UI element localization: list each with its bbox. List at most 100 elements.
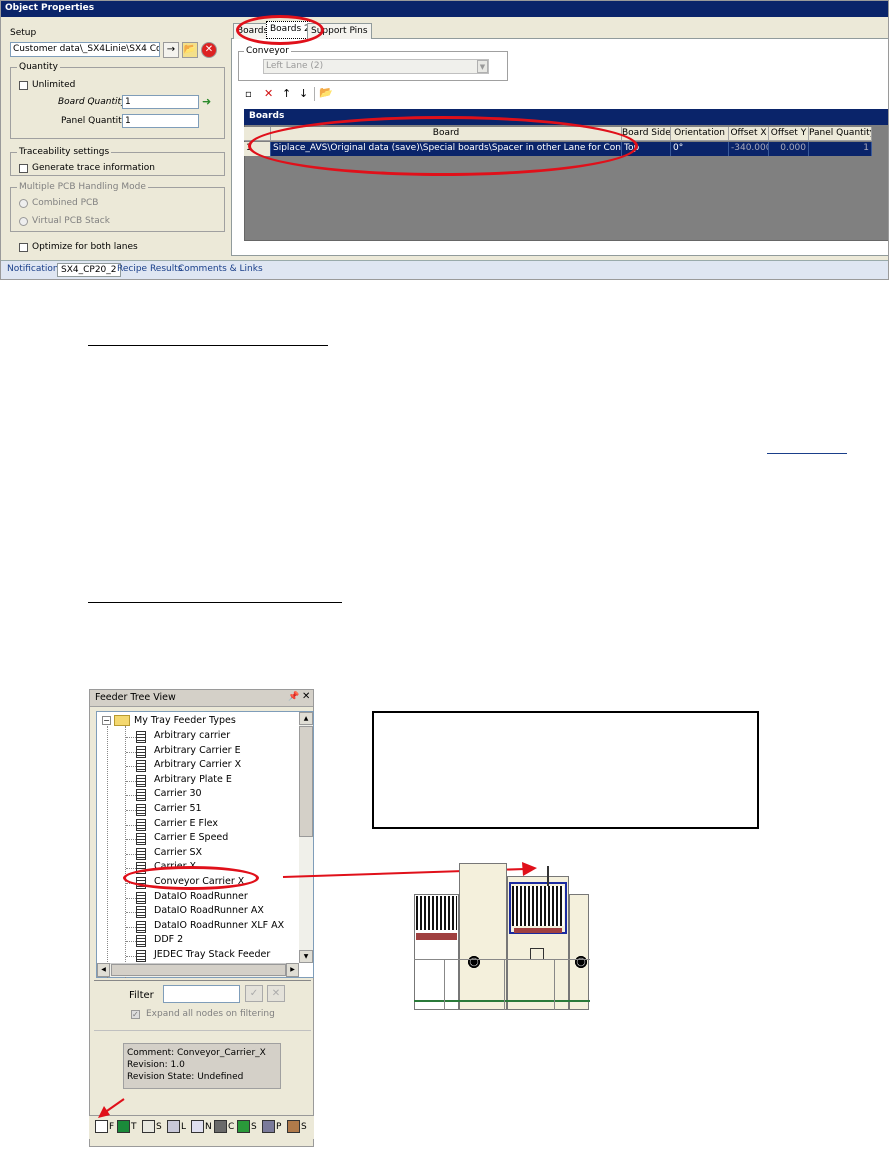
rail-line bbox=[414, 959, 590, 960]
tree-item[interactable]: Carrier SX bbox=[154, 847, 202, 861]
optimize-both-lanes-checkbox[interactable] bbox=[19, 243, 28, 252]
bottom-tab-label: P bbox=[276, 1122, 282, 1132]
tree-item[interactable]: Arbitrary Plate E bbox=[154, 774, 232, 788]
combined-pcb-radio[interactable] bbox=[19, 199, 28, 208]
printer-icon bbox=[142, 1120, 155, 1133]
scroll-left-icon[interactable]: ◀ bbox=[97, 963, 110, 977]
rail-line-green bbox=[414, 1000, 590, 1002]
bottom-tab-t[interactable]: T bbox=[117, 1117, 137, 1137]
scroll-down-icon[interactable]: ▼ bbox=[299, 950, 313, 963]
grid-header-orientation[interactable]: Orientation bbox=[671, 127, 729, 141]
open-folder-icon[interactable]: 📂 bbox=[319, 86, 333, 99]
move-up-icon[interactable]: ↑ bbox=[282, 87, 291, 100]
pin-icon[interactable]: 📌 bbox=[288, 692, 299, 702]
feeder-type-icon bbox=[136, 774, 146, 787]
feeder-type-icon bbox=[136, 760, 146, 773]
tree-item[interactable]: Carrier E Flex bbox=[154, 818, 218, 832]
optimize-both-lanes-label: Optimize for both lanes bbox=[32, 242, 138, 252]
bottom-tab-c[interactable]: C bbox=[214, 1117, 234, 1137]
machine-icon bbox=[167, 1120, 180, 1133]
clear-filter-icon[interactable]: ✕ bbox=[267, 985, 285, 1002]
grid-header-panel-quantity[interactable]: Panel Quantity bbox=[809, 127, 872, 141]
grid-header-offset-x[interactable]: Offset X bbox=[729, 127, 769, 141]
grid-cell-offset-y[interactable]: 0.000 bbox=[769, 142, 809, 156]
tree-item[interactable]: Arbitrary Carrier E bbox=[154, 745, 241, 759]
bottom-tab-label: L bbox=[181, 1122, 187, 1132]
grid-header-offset-y[interactable]: Offset Y bbox=[769, 127, 809, 141]
setup-path-field[interactable]: Customer data\_SX4Linie\SX4 Convey bbox=[10, 42, 160, 57]
divider bbox=[94, 1030, 311, 1031]
expand-all-checkbox[interactable]: ✓ bbox=[131, 1010, 140, 1019]
tree-item[interactable]: JEDEC Tray Stack Feeder bbox=[154, 949, 270, 963]
bottom-tab-feeder[interactable]: F bbox=[95, 1117, 114, 1137]
red-strip bbox=[514, 928, 562, 933]
panel-quantity-field[interactable]: 1 bbox=[122, 114, 199, 128]
object-properties-window: Object Properties Setup Customer data\_S… bbox=[0, 0, 889, 280]
move-down-icon[interactable]: ↓ bbox=[299, 87, 308, 100]
tree-connector bbox=[126, 780, 136, 782]
virtual-pcb-label: Virtual PCB Stack bbox=[32, 216, 110, 226]
tree-item[interactable]: DataIO RoadRunner AX bbox=[154, 905, 264, 919]
bottom-tab-n[interactable]: N bbox=[191, 1117, 212, 1137]
feeder-type-icon bbox=[136, 906, 146, 919]
tree-item[interactable]: DataIO RoadRunner bbox=[154, 891, 248, 905]
carrier-drawing bbox=[414, 858, 590, 1010]
status-tab-sx4-cp20-2[interactable]: SX4_CP20_2 bbox=[57, 263, 121, 277]
bottom-tab-label: F bbox=[109, 1122, 115, 1132]
tree-item[interactable]: Carrier 51 bbox=[154, 803, 202, 817]
bottom-tab-s[interactable]: S bbox=[142, 1117, 162, 1137]
collapse-icon[interactable]: − bbox=[102, 716, 111, 725]
horizontal-scroll-thumb[interactable] bbox=[111, 964, 286, 976]
status-tab-comments-links[interactable]: Comments & Links bbox=[175, 263, 266, 277]
feeder-type-icon bbox=[136, 731, 146, 743]
link-underline[interactable] bbox=[767, 453, 847, 454]
quantity-legend: Quantity bbox=[17, 62, 60, 72]
close-icon[interactable]: ✕ bbox=[302, 691, 310, 702]
package-icon bbox=[287, 1120, 300, 1133]
rail-divider bbox=[444, 959, 445, 1010]
tree-item[interactable]: Carrier 30 bbox=[154, 788, 202, 802]
feeder-type-icon bbox=[136, 789, 146, 802]
center-module bbox=[459, 863, 507, 1010]
conveyor-select[interactable]: Left Lane (2) bbox=[263, 59, 489, 74]
arrow-right-icon[interactable]: → bbox=[163, 42, 179, 58]
tree-item[interactable]: Arbitrary carrier bbox=[154, 730, 230, 744]
barcode-left bbox=[416, 896, 457, 930]
annotation-ellipse-conveyor bbox=[123, 866, 259, 890]
comment-box: Comment: Conveyor_Carrier_X Revision: 1.… bbox=[123, 1043, 281, 1089]
tree-root[interactable]: My Tray Feeder Types bbox=[134, 715, 236, 729]
chevron-down-icon[interactable]: ▼ bbox=[477, 60, 488, 73]
grid-cell-panel-quantity[interactable]: 1 bbox=[809, 142, 872, 156]
virtual-pcb-radio[interactable] bbox=[19, 217, 28, 226]
scroll-thumb[interactable] bbox=[299, 726, 313, 837]
new-icon[interactable]: ▫ bbox=[245, 89, 252, 100]
bottom-tab-p[interactable]: P bbox=[262, 1117, 281, 1137]
open-folder-icon[interactable]: 📂 bbox=[182, 42, 198, 58]
scroll-right-icon[interactable]: ▶ bbox=[286, 963, 299, 977]
grid-cell-offset-x[interactable]: -340.000 bbox=[729, 142, 769, 156]
unlimited-checkbox[interactable] bbox=[19, 81, 28, 90]
clear-icon[interactable]: ✕ bbox=[201, 42, 217, 58]
filter-icon bbox=[191, 1120, 204, 1133]
splitter[interactable] bbox=[94, 980, 311, 981]
bottom-tab-s3[interactable]: S bbox=[287, 1117, 307, 1137]
delete-icon[interactable]: ✕ bbox=[264, 87, 273, 100]
grid-cell-orientation[interactable]: 0° bbox=[671, 142, 729, 156]
tree-item[interactable]: DDF 2 bbox=[154, 934, 183, 948]
tree-connector bbox=[126, 941, 136, 943]
tree-item[interactable]: DataIO RoadRunner XLF AX bbox=[154, 920, 284, 934]
scroll-up-icon[interactable]: ▲ bbox=[299, 712, 313, 725]
board-quantity-field[interactable]: 1 bbox=[122, 95, 199, 109]
bottom-tab-s2[interactable]: S bbox=[237, 1117, 257, 1137]
feeder-type-icon bbox=[136, 935, 146, 948]
toolbar-separator bbox=[314, 87, 315, 101]
feeder-type-icon bbox=[136, 891, 146, 904]
apply-arrow-icon[interactable]: ➜ bbox=[202, 95, 211, 108]
tree-connector bbox=[126, 853, 136, 855]
apply-filter-icon[interactable]: ✓ bbox=[245, 985, 263, 1002]
tree-item[interactable]: Carrier E Speed bbox=[154, 832, 228, 846]
filter-input[interactable] bbox=[163, 985, 240, 1003]
generate-trace-checkbox[interactable] bbox=[19, 164, 28, 173]
tree-item[interactable]: Arbitrary Carrier X bbox=[154, 759, 241, 773]
bottom-tab-l[interactable]: L bbox=[167, 1117, 186, 1137]
